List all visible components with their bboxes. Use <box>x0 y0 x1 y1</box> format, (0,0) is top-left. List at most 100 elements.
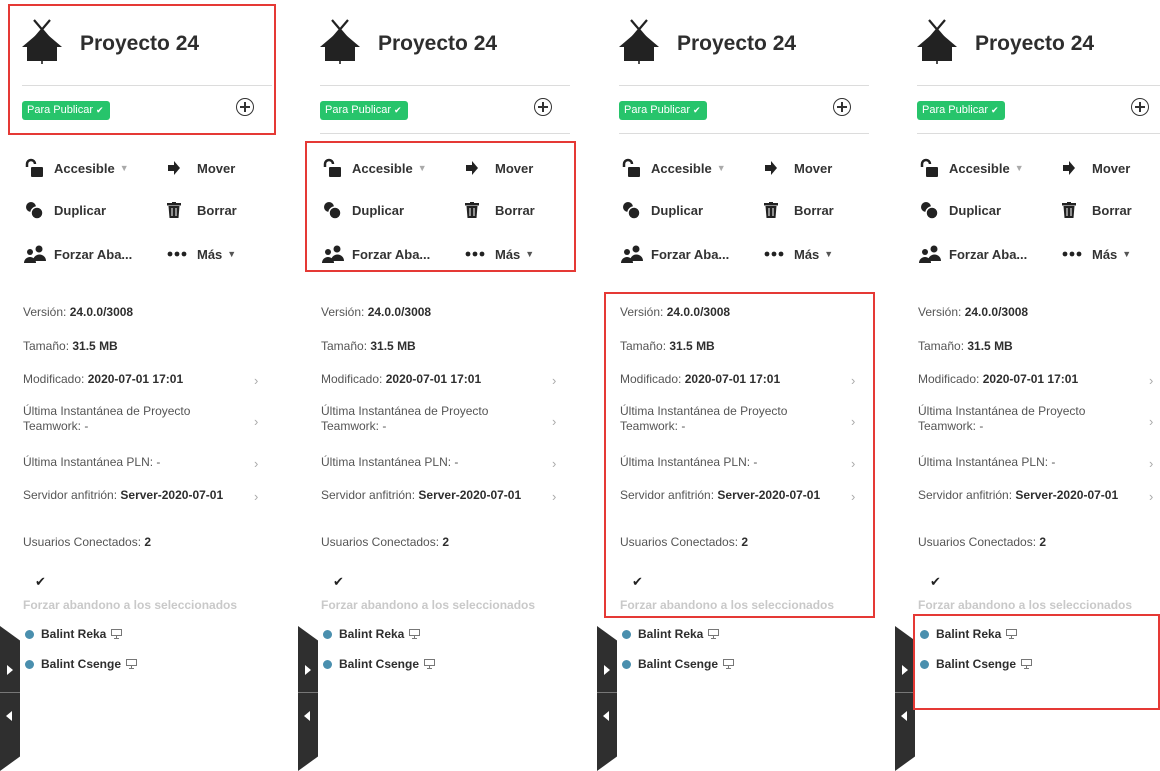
user-status-dot <box>622 659 631 669</box>
chevron-right-icon[interactable]: › <box>552 456 556 471</box>
move-button[interactable]: Mover <box>764 158 832 178</box>
more-button[interactable]: Más ▼ <box>1062 244 1131 264</box>
duplicate-label: Duplicar <box>54 202 107 218</box>
chevron-right-icon[interactable]: › <box>1149 489 1153 504</box>
user-row[interactable]: Balint Csenge <box>25 657 138 671</box>
chevron-right-icon[interactable]: › <box>254 489 258 504</box>
collapse-icon[interactable] <box>603 711 609 721</box>
force-leave-label: Forzar Aba... <box>651 246 730 262</box>
snapshot-value: Teamwork: - <box>918 419 984 433</box>
add-circle-icon[interactable] <box>833 98 851 116</box>
chevron-right-icon[interactable]: › <box>1149 373 1153 388</box>
snapshot-info[interactable]: Última Instantánea de Proyecto Teamwork:… <box>918 404 1085 434</box>
modified-info[interactable]: Modificado: 2020-07-01 17:01 <box>918 372 1078 386</box>
host-label: Servidor anfitrión: <box>918 488 1013 502</box>
divider <box>320 85 570 86</box>
divider <box>298 692 318 693</box>
chevron-right-icon[interactable]: › <box>254 373 258 388</box>
force-leave-button[interactable]: Forzar Aba... <box>24 244 132 264</box>
delete-button[interactable]: Borrar <box>1062 200 1132 220</box>
status-dropdown[interactable]: Para Publicar ✔ <box>320 101 408 120</box>
chevron-right-icon[interactable]: › <box>254 456 258 471</box>
move-button[interactable]: Mover <box>1062 158 1130 178</box>
status-dropdown[interactable]: Para Publicar ✔ <box>917 101 1005 120</box>
add-circle-icon[interactable] <box>1131 98 1149 116</box>
expand-icon[interactable] <box>7 665 13 675</box>
divider <box>895 692 915 693</box>
move-button[interactable]: Mover <box>167 158 235 178</box>
add-circle-icon[interactable] <box>534 98 552 116</box>
size-info: Tamaño: 31.5 MB <box>918 339 1013 353</box>
more-button[interactable]: Más ▼ <box>764 244 833 264</box>
duplicate-button[interactable]: Duplicar <box>24 200 106 220</box>
user-row[interactable]: Balint Reka <box>25 627 123 641</box>
host-info[interactable]: Servidor anfitrión: Server-2020-07-01 <box>23 488 223 502</box>
modified-info[interactable]: Modificado: 2020-07-01 17:01 <box>23 372 183 386</box>
access-button[interactable]: Accesible ▼ <box>24 158 129 178</box>
user-row[interactable]: Balint Csenge <box>622 657 735 671</box>
force-leave-button[interactable]: Forzar Aba... <box>621 244 729 264</box>
side-panel-toggle[interactable] <box>895 626 915 771</box>
duplicate-label: Duplicar <box>949 202 1002 218</box>
snapshot-info[interactable]: Última Instantánea de Proyecto Teamwork:… <box>23 404 190 434</box>
users-icon <box>621 244 643 264</box>
check-icon[interactable]: ✔ <box>930 574 941 590</box>
house-icon <box>619 19 659 64</box>
duplicate-button[interactable]: Duplicar <box>919 200 1001 220</box>
chevron-right-icon[interactable]: › <box>1149 456 1153 471</box>
collapse-icon[interactable] <box>6 711 12 721</box>
check-icon[interactable]: ✔ <box>35 574 46 590</box>
user-row[interactable]: Balint Csenge <box>323 657 436 671</box>
delete-label: Borrar <box>794 202 834 218</box>
user-name: Balint Csenge <box>339 657 420 671</box>
chevron-right-icon[interactable]: › <box>552 373 556 388</box>
expand-icon[interactable] <box>604 665 610 675</box>
connected-label: Usuarios Conectados: <box>918 535 1037 549</box>
force-leave-selected-link[interactable]: Forzar abandono a los seleccionados <box>23 598 237 612</box>
access-button[interactable]: Accesible ▼ <box>621 158 726 178</box>
access-label: Accesible <box>949 160 1010 176</box>
more-label: Más <box>1092 246 1118 262</box>
delete-button[interactable]: Borrar <box>167 200 237 220</box>
pln-info[interactable]: Última Instantánea PLN: - <box>918 455 1055 469</box>
chevron-right-icon[interactable]: › <box>1149 414 1153 429</box>
user-row[interactable]: Balint Reka <box>323 627 421 641</box>
check-icon[interactable]: ✔ <box>333 574 344 590</box>
more-button[interactable]: Más ▼ <box>167 244 236 264</box>
pln-info[interactable]: Última Instantánea PLN: - <box>23 455 160 469</box>
collapse-icon[interactable] <box>304 711 310 721</box>
host-info[interactable]: Servidor anfitrión: Server-2020-07-01 <box>918 488 1118 502</box>
monitor-icon <box>126 659 138 669</box>
delete-button[interactable]: Borrar <box>764 200 834 220</box>
chevron-right-icon[interactable]: › <box>552 489 556 504</box>
pln-info[interactable]: Última Instantánea PLN: - <box>321 455 458 469</box>
side-panel-toggle[interactable] <box>0 626 20 771</box>
collapse-icon[interactable] <box>901 711 907 721</box>
host-info[interactable]: Servidor anfitrión: Server-2020-07-01 <box>321 488 521 502</box>
user-status-dot <box>622 629 631 639</box>
status-dropdown[interactable]: Para Publicar ✔ <box>619 101 707 120</box>
expand-icon[interactable] <box>902 665 908 675</box>
duplicate-button[interactable]: Duplicar <box>621 200 703 220</box>
force-leave-button[interactable]: Forzar Aba... <box>919 244 1027 264</box>
arrow-right-icon <box>167 158 189 178</box>
project-header: Proyecto 24 <box>917 18 1160 78</box>
user-status-dot <box>323 659 332 669</box>
modified-value: 2020-07-01 17:01 <box>385 372 482 386</box>
expand-icon[interactable] <box>305 665 311 675</box>
more-dots-icon <box>1062 244 1084 264</box>
user-name: Balint Reka <box>638 627 704 641</box>
project-panel-2: Proyecto 24 Para Publicar ✔ Accesible ▼ Mo… <box>298 0 588 771</box>
side-panel-toggle[interactable] <box>597 626 617 771</box>
force-leave-selected-link[interactable]: Forzar abandono a los seleccionados <box>918 598 1132 612</box>
version-info: Versión: 24.0.0/3008 <box>918 305 1028 319</box>
side-panel-toggle[interactable] <box>298 626 318 771</box>
chevron-right-icon[interactable]: › <box>552 414 556 429</box>
chevron-right-icon[interactable]: › <box>254 414 258 429</box>
snapshot-info[interactable]: Última Instantánea de Proyecto Teamwork:… <box>321 404 488 434</box>
user-row[interactable]: Balint Reka <box>622 627 720 641</box>
force-leave-selected-link[interactable]: Forzar abandono a los seleccionados <box>321 598 535 612</box>
host-value: Server-2020-07-01 <box>1015 488 1119 502</box>
modified-info[interactable]: Modificado: 2020-07-01 17:01 <box>321 372 481 386</box>
access-button[interactable]: Accesible ▼ <box>919 158 1024 178</box>
